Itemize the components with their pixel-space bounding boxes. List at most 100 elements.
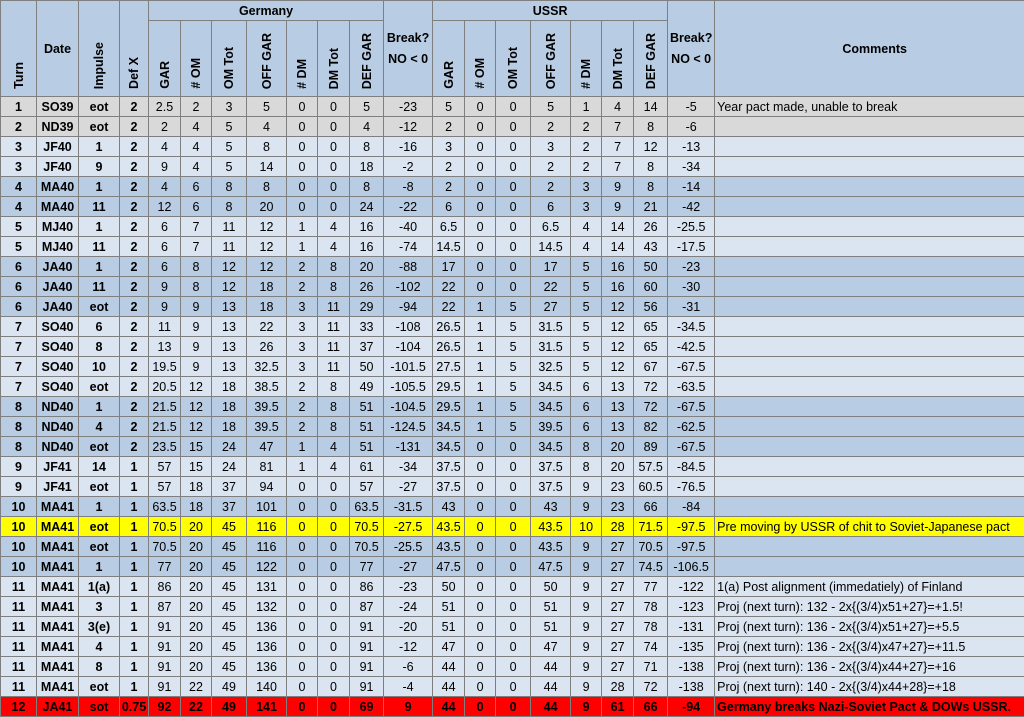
table-row: 11MA41eot19122491400091-444004492872-138… <box>1 677 1024 697</box>
g-dmtot-cell: 0 <box>318 117 350 137</box>
turn-cell: 11 <box>1 617 37 637</box>
turn-cell: 8 <box>1 417 37 437</box>
date-cell: MJ40 <box>37 217 79 237</box>
g-offgar-cell: 141 <box>247 697 287 717</box>
turn-cell: 7 <box>1 377 37 397</box>
g-dm-cell: 0 <box>287 137 318 157</box>
g-omtot-cell: 49 <box>212 677 247 697</box>
impulse-cell: 4 <box>79 417 120 437</box>
g-offgar-cell: 116 <box>247 517 287 537</box>
u-om-cell: 1 <box>465 417 496 437</box>
g-om-cell: 20 <box>181 577 212 597</box>
table-row: 10MA41eot170.520451160070.5-27.543.50043… <box>1 517 1024 537</box>
date-cell: SO40 <box>37 377 79 397</box>
g-defgar-cell: 63.5 <box>350 497 384 517</box>
u-dmtot-cell: 7 <box>602 137 634 157</box>
u-defgar-cell: 56 <box>634 297 668 317</box>
g-break-cell: 9 <box>384 697 433 717</box>
g-defgar-cell: 51 <box>350 397 384 417</box>
u-defgar-cell: 12 <box>634 137 668 157</box>
u-dmtot-cell: 27 <box>602 657 634 677</box>
pact-table: Turn Date Impulse Def X Germany Break?NO… <box>0 0 1024 717</box>
u-offgar-cell: 34.5 <box>531 437 571 457</box>
g-omtot-cell: 45 <box>212 597 247 617</box>
comment-cell <box>715 477 1024 497</box>
u-om-cell: 0 <box>465 617 496 637</box>
g-defgar-cell: 91 <box>350 677 384 697</box>
u-om-cell: 0 <box>465 477 496 497</box>
u-omtot-cell: 0 <box>496 657 531 677</box>
comment-cell <box>715 217 1024 237</box>
u-gar-cell: 27.5 <box>433 357 465 377</box>
u-break-cell: -94 <box>668 697 715 717</box>
g-dm-cell: 0 <box>287 557 318 577</box>
g-dm-cell: 0 <box>287 497 318 517</box>
u-dm-cell: 8 <box>571 437 602 457</box>
g-offgar-cell: 136 <box>247 617 287 637</box>
g-gar-cell: 6 <box>149 257 181 277</box>
g-offgar-cell: 38.5 <box>247 377 287 397</box>
comment-cell <box>715 117 1024 137</box>
u-offgar-cell: 47 <box>531 637 571 657</box>
u-dmtot-cell: 14 <box>602 237 634 257</box>
g-om-cell: 4 <box>181 137 212 157</box>
comment-cell: Year pact made, unable to break <box>715 97 1024 117</box>
g-break-cell: -34 <box>384 457 433 477</box>
turn-cell: 8 <box>1 397 37 417</box>
defx-cell: 2 <box>120 297 149 317</box>
g-omtot-cell: 13 <box>212 337 247 357</box>
table-row: 9JF41141571524811461-3437.50037.582057.5… <box>1 457 1024 477</box>
date-cell: JA40 <box>37 297 79 317</box>
g-dm-cell: 0 <box>287 657 318 677</box>
u-omtot-cell: 0 <box>496 217 531 237</box>
g-break-cell: -31.5 <box>384 497 433 517</box>
g-defgar-cell: 33 <box>350 317 384 337</box>
u-omtot-cell: 0 <box>496 277 531 297</box>
date-cell: JA40 <box>37 257 79 277</box>
g-omtot-cell: 45 <box>212 577 247 597</box>
u-offgar-cell: 51 <box>531 617 571 637</box>
u-defgar-cell: 14 <box>634 97 668 117</box>
u-dm-cell: 3 <box>571 177 602 197</box>
defx-cell: 1 <box>120 497 149 517</box>
u-defgar-cell: 8 <box>634 157 668 177</box>
g-defgar-cell: 18 <box>350 157 384 177</box>
g-dm-cell: 3 <box>287 297 318 317</box>
u-dmtot-cell: 9 <box>602 177 634 197</box>
defx-cell: 2 <box>120 177 149 197</box>
comment-cell: Proj (next turn): 136 - 2x{(3/4)x44+27}=… <box>715 657 1024 677</box>
u-om-cell: 0 <box>465 537 496 557</box>
defx-cell: 1 <box>120 637 149 657</box>
comment-cell <box>715 177 1024 197</box>
u-defgar-cell: 50 <box>634 257 668 277</box>
u-dm-cell: 5 <box>571 337 602 357</box>
g-gar-cell: 91 <box>149 617 181 637</box>
g-dm-cell: 2 <box>287 377 318 397</box>
g-defgar-cell: 86 <box>350 577 384 597</box>
table-row: 8ND401221.5121839.52851-104.529.51534.56… <box>1 397 1024 417</box>
comment-cell: Proj (next turn): 136 - 2x{(3/4)x47+27}=… <box>715 637 1024 657</box>
date-cell: MA41 <box>37 497 79 517</box>
u-offgar-cell: 39.5 <box>531 417 571 437</box>
g-dmtot-cell: 0 <box>318 197 350 217</box>
turn-cell: 5 <box>1 237 37 257</box>
g-omtot-cell: 37 <box>212 497 247 517</box>
g-dm-cell: 2 <box>287 397 318 417</box>
impulse-cell: eot <box>79 677 120 697</box>
u-offgar-cell: 31.5 <box>531 337 571 357</box>
defx-cell: 2 <box>120 377 149 397</box>
g-dmtot-cell: 0 <box>318 637 350 657</box>
u-offgar-cell: 51 <box>531 597 571 617</box>
g-dm-cell: 0 <box>287 117 318 137</box>
u-offgar-cell: 44 <box>531 697 571 717</box>
u-om-cell: 0 <box>465 117 496 137</box>
defx-cell: 1 <box>120 677 149 697</box>
u-dmtot-cell: 27 <box>602 597 634 617</box>
u-offgar-cell: 17 <box>531 257 571 277</box>
date-cell: MA40 <box>37 197 79 217</box>
u-break-cell: -135 <box>668 637 715 657</box>
comment-cell <box>715 137 1024 157</box>
u-defgar-cell: 71.5 <box>634 517 668 537</box>
g-om-cell: 7 <box>181 237 212 257</box>
g-gar-cell: 23.5 <box>149 437 181 457</box>
